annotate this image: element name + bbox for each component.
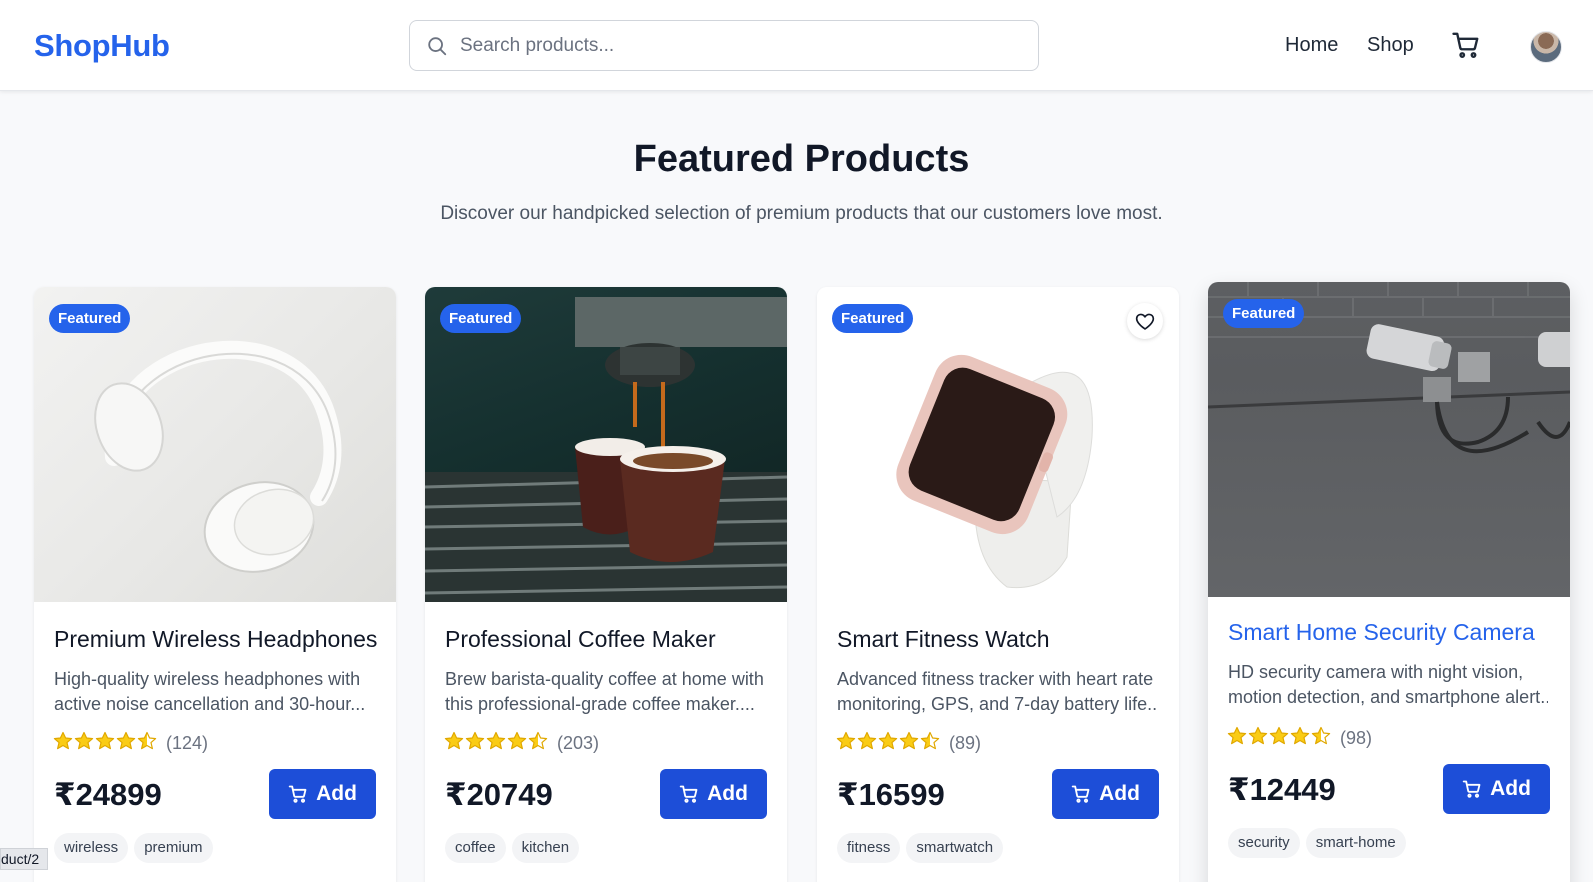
cart-icon bbox=[1071, 785, 1090, 803]
star-rating-icons bbox=[53, 731, 157, 755]
product-rating: (89) bbox=[836, 731, 982, 755]
add-to-cart-button[interactable]: Add bbox=[1052, 769, 1159, 819]
add-to-cart-button[interactable]: Add bbox=[660, 769, 767, 819]
star-rating-icons bbox=[836, 731, 940, 755]
product-rating: (124) bbox=[53, 731, 209, 755]
star-icon bbox=[95, 731, 115, 755]
star-icon bbox=[137, 731, 157, 755]
add-to-cart-button[interactable]: Add bbox=[269, 769, 376, 819]
product-rating: (203) bbox=[444, 731, 600, 755]
product-price: ₹12449 bbox=[1228, 772, 1336, 807]
tag[interactable]: kitchen bbox=[511, 833, 580, 863]
featured-badge: Featured bbox=[832, 304, 914, 333]
product-description: Advanced fitness tracker with heart rate… bbox=[837, 669, 1157, 714]
tag[interactable]: wireless bbox=[54, 833, 129, 863]
star-icon bbox=[507, 731, 527, 755]
search-bar[interactable] bbox=[409, 20, 1039, 71]
product-title[interactable]: Smart Fitness Watch bbox=[837, 626, 1050, 653]
review-count: (98) bbox=[1340, 727, 1373, 748]
product-title[interactable]: Smart Home Security Camera bbox=[1228, 619, 1535, 646]
cart-icon bbox=[288, 785, 307, 803]
search-icon bbox=[428, 37, 447, 56]
star-icon bbox=[1248, 726, 1268, 750]
star-icon bbox=[486, 731, 506, 755]
star-icon bbox=[444, 731, 464, 755]
nav-home-link[interactable]: Home bbox=[1285, 34, 1338, 57]
product-image[interactable]: Featured bbox=[817, 287, 1179, 602]
cart-icon bbox=[1452, 32, 1479, 58]
product-card[interactable]: Featured Smart Fitness Watch Advanced fi… bbox=[817, 287, 1179, 882]
star-icon bbox=[1269, 726, 1289, 750]
star-rating-icons bbox=[444, 731, 548, 755]
tag[interactable]: security bbox=[1228, 828, 1300, 858]
star-rating-icons bbox=[1227, 726, 1331, 750]
page-subtitle: Discover our handpicked selection of pre… bbox=[440, 203, 1163, 224]
product-tags: coffee kitchen bbox=[445, 833, 580, 863]
product-description: Brew barista-quality coffee at home with… bbox=[445, 669, 764, 714]
featured-badge: Featured bbox=[440, 304, 522, 333]
star-icon bbox=[465, 731, 485, 755]
product-tags: security smart-home bbox=[1228, 828, 1406, 858]
product-price: ₹16599 bbox=[837, 777, 945, 812]
heart-icon bbox=[1135, 313, 1155, 330]
star-icon bbox=[899, 731, 919, 755]
product-image[interactable]: Featured bbox=[1208, 282, 1570, 597]
product-card[interactable]: Featured Professional Coffee Maker Brew … bbox=[425, 287, 787, 882]
product-card[interactable]: Featured Premium Wireless Headphones Hig… bbox=[34, 287, 396, 882]
star-icon bbox=[857, 731, 877, 755]
tag[interactable]: smart-home bbox=[1305, 828, 1406, 858]
star-icon bbox=[528, 731, 548, 755]
product-tags: fitness smartwatch bbox=[837, 833, 1004, 863]
featured-badge: Featured bbox=[49, 304, 131, 333]
product-card[interactable]: Featured Smart Home Security Camera HD s… bbox=[1208, 282, 1570, 882]
product-description: High-quality wireless headphones with act… bbox=[54, 669, 366, 714]
review-count: (124) bbox=[166, 732, 209, 753]
star-icon bbox=[1290, 726, 1310, 750]
product-image[interactable]: Featured bbox=[34, 287, 396, 602]
product-price: ₹24899 bbox=[54, 777, 162, 812]
product-title[interactable]: Professional Coffee Maker bbox=[445, 626, 716, 653]
product-price: ₹20749 bbox=[445, 777, 553, 812]
star-icon bbox=[116, 731, 136, 755]
star-icon bbox=[74, 731, 94, 755]
review-count: (203) bbox=[557, 732, 600, 753]
cart-icon bbox=[1462, 780, 1481, 798]
star-icon bbox=[53, 731, 73, 755]
star-icon bbox=[1227, 726, 1247, 750]
tag[interactable]: premium bbox=[134, 833, 213, 863]
top-header: ShopHub Home Shop bbox=[0, 0, 1593, 91]
add-to-cart-button[interactable]: Add bbox=[1443, 764, 1550, 814]
tag[interactable]: smartwatch bbox=[906, 833, 1004, 863]
tag[interactable]: fitness bbox=[837, 833, 901, 863]
product-tags: wireless premium bbox=[54, 833, 213, 863]
page-title: Featured Products bbox=[633, 138, 970, 180]
review-count: (89) bbox=[949, 732, 982, 753]
star-icon bbox=[920, 731, 940, 755]
link-status-bar: duct/2 bbox=[0, 848, 49, 870]
product-image[interactable]: Featured bbox=[425, 287, 787, 602]
star-icon bbox=[878, 731, 898, 755]
cart-button[interactable] bbox=[1450, 30, 1484, 62]
featured-badge: Featured bbox=[1223, 299, 1305, 328]
cart-icon bbox=[679, 785, 698, 803]
star-icon bbox=[836, 731, 856, 755]
logo[interactable]: ShopHub bbox=[34, 28, 170, 64]
tag[interactable]: coffee bbox=[445, 833, 506, 863]
search-input[interactable] bbox=[460, 31, 1020, 61]
star-icon bbox=[1311, 726, 1331, 750]
wishlist-button[interactable] bbox=[1127, 303, 1163, 339]
user-avatar[interactable] bbox=[1530, 31, 1562, 63]
product-title[interactable]: Premium Wireless Headphones bbox=[54, 626, 377, 653]
product-description: HD security camera with night vision, mot… bbox=[1228, 662, 1548, 707]
product-rating: (98) bbox=[1227, 726, 1373, 750]
nav-shop-link[interactable]: Shop bbox=[1367, 34, 1414, 57]
